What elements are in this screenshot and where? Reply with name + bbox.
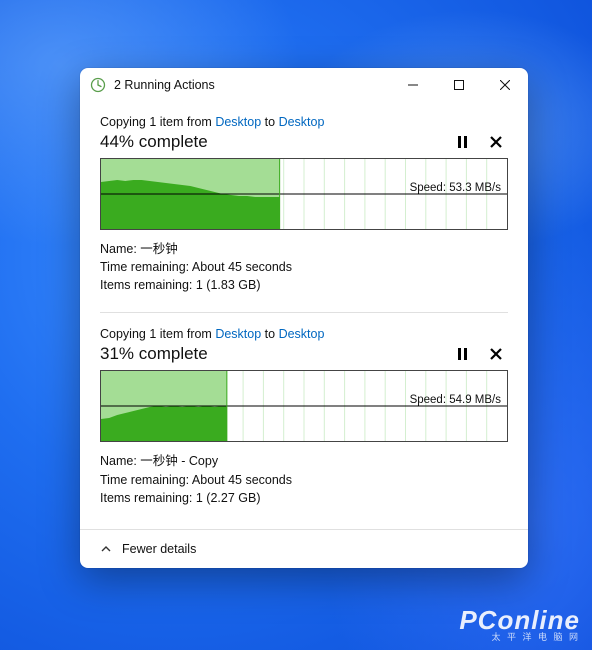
window-title: 2 Running Actions [114,78,215,92]
desc-prefix: Copying 1 item from [100,115,215,129]
watermark-brand: PConline [459,607,580,633]
window-controls [390,68,528,102]
speed-chart-svg [101,159,507,229]
titlebar: 2 Running Actions [80,68,528,102]
percent-complete: 44% complete [100,132,208,152]
fewer-details-toggle[interactable]: Fewer details [80,529,528,568]
source-link[interactable]: Desktop [215,327,261,341]
destination-link[interactable]: Desktop [279,327,325,341]
watermark-sub: 太 平 洋 电 脑 网 [459,633,580,642]
pause-button[interactable] [454,346,470,362]
speed-label: Speed: 54.9 MB/s [408,394,503,406]
copy-description: Copying 1 item from Desktop to Desktop [100,115,508,129]
percent-complete: 31% complete [100,344,208,364]
watermark: PConline 太 平 洋 电 脑 网 [459,607,580,642]
copy-action: Copying 1 item from Desktop to Desktop 3… [100,312,508,524]
dialog-body: Copying 1 item from Desktop to Desktop 4… [80,102,528,529]
speed-chart: Speed: 53.3 MB/s [100,158,508,230]
minimize-button[interactable] [390,68,436,102]
speed-chart-svg [101,371,507,441]
close-button[interactable] [482,68,528,102]
desc-prefix: Copying 1 item from [100,327,215,341]
maximize-button[interactable] [436,68,482,102]
cancel-button[interactable] [488,346,504,362]
detail-items-remaining: Items remaining: 1 (1.83 GB) [100,276,508,294]
detail-name: Name: 一秒钟 - Copy [100,452,508,470]
to-word: to [261,327,278,341]
copy-details: Name: 一秒钟 - Copy Time remaining: About 4… [100,452,508,506]
speed-chart: Speed: 54.9 MB/s [100,370,508,442]
file-copy-dialog: 2 Running Actions Copying 1 item from De… [80,68,528,568]
destination-link[interactable]: Desktop [279,115,325,129]
chevron-up-icon [100,543,112,555]
running-actions-icon [90,77,106,93]
detail-items-remaining: Items remaining: 1 (2.27 GB) [100,489,508,507]
speed-label: Speed: 53.3 MB/s [408,182,503,194]
source-link[interactable]: Desktop [215,115,261,129]
pause-button[interactable] [454,134,470,150]
detail-time-remaining: Time remaining: About 45 seconds [100,258,508,276]
copy-description: Copying 1 item from Desktop to Desktop [100,327,508,341]
cancel-button[interactable] [488,134,504,150]
copy-action: Copying 1 item from Desktop to Desktop 4… [100,108,508,312]
to-word: to [261,115,278,129]
copy-details: Name: 一秒钟 Time remaining: About 45 secon… [100,240,508,294]
fewer-details-label: Fewer details [122,542,196,556]
detail-time-remaining: Time remaining: About 45 seconds [100,471,508,489]
detail-name: Name: 一秒钟 [100,240,508,258]
